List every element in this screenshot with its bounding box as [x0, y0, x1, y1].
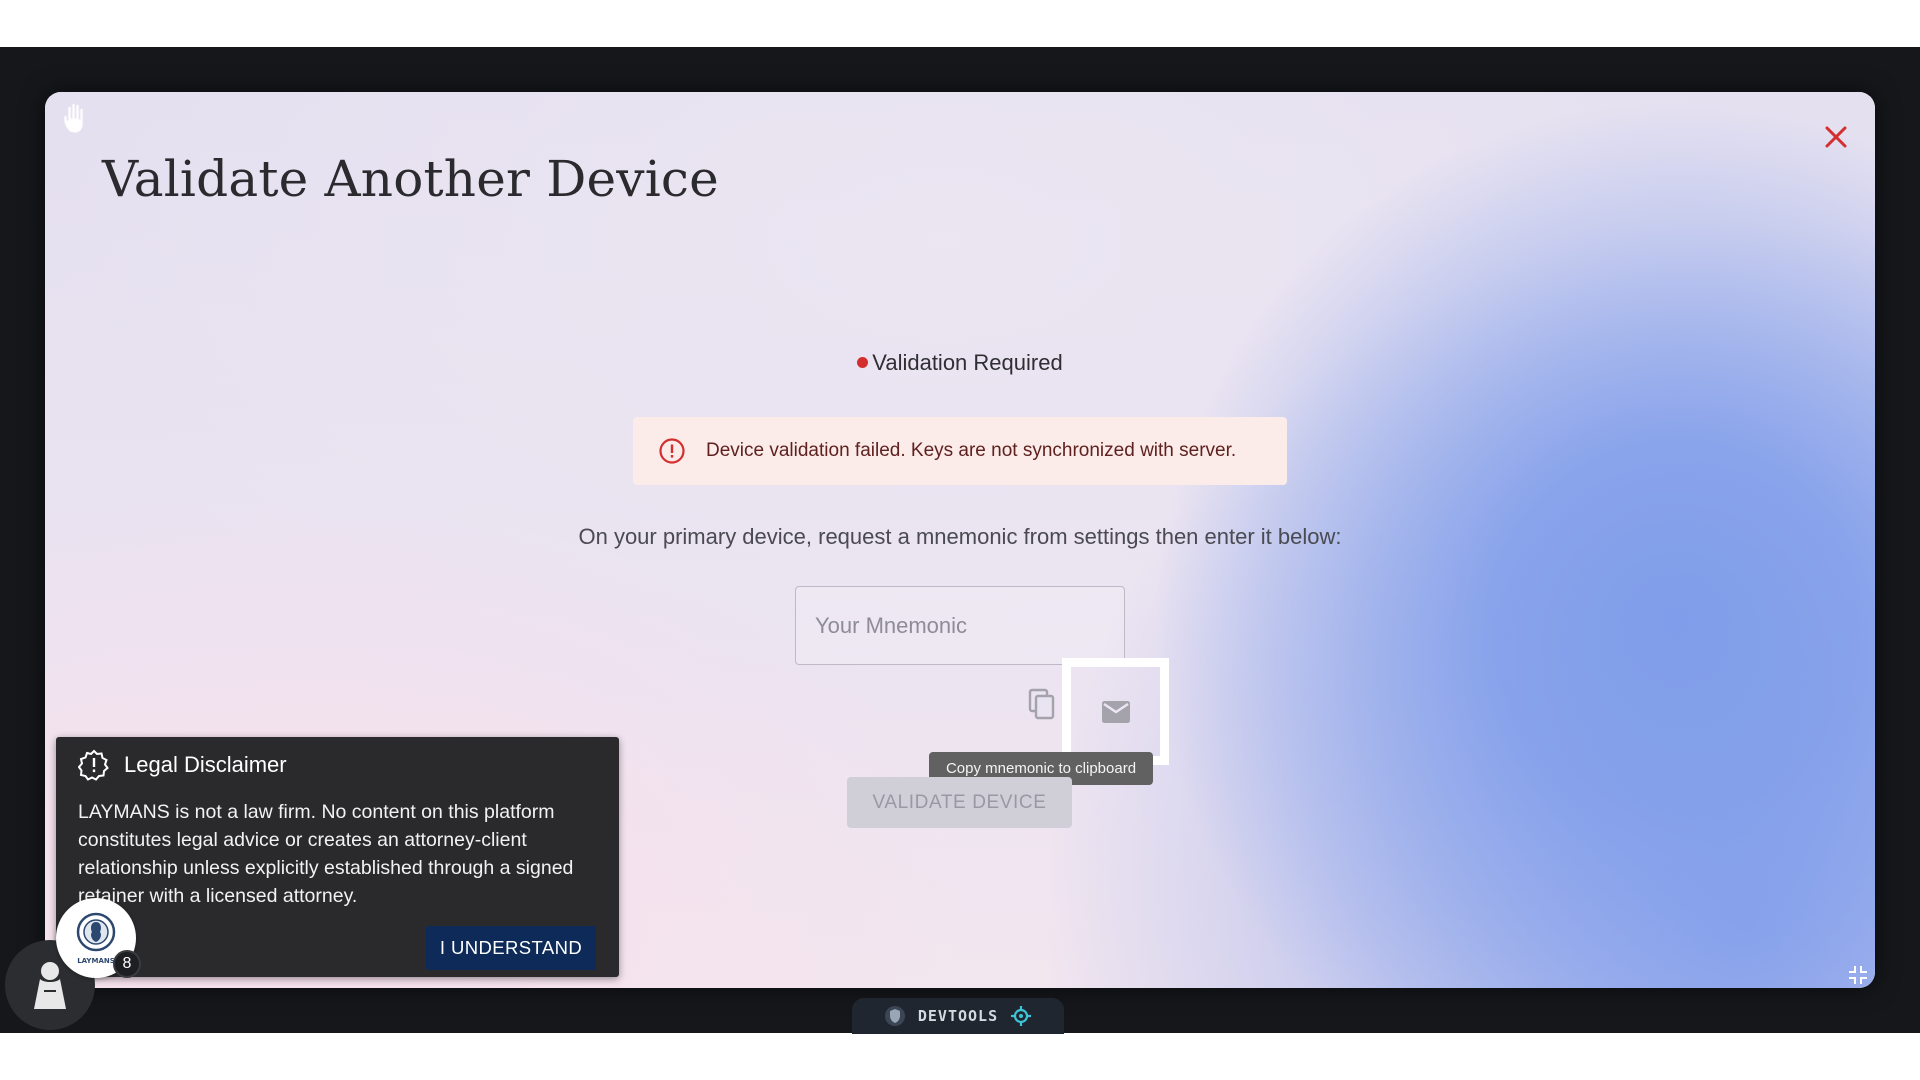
collapse-icon[interactable]: [1847, 964, 1869, 986]
close-icon: [1825, 126, 1847, 148]
alert-message: Device validation failed. Keys are not s…: [706, 440, 1237, 461]
laymans-logo: LAYMANS: [76, 912, 116, 965]
copy-icon: [1028, 688, 1055, 719]
legal-disclaimer-toast: Legal Disclaimer LAYMANS is not a law fi…: [56, 737, 619, 977]
notification-badge: 8: [113, 950, 141, 978]
shield-icon: [884, 1006, 905, 1026]
hand-icon[interactable]: [61, 102, 91, 136]
gear-alert-icon: [78, 749, 109, 781]
error-alert: Device validation failed. Keys are not s…: [633, 417, 1287, 485]
i-understand-button[interactable]: I UNDERSTAND: [426, 926, 596, 970]
devtools-tab[interactable]: DEVTOOLS: [852, 998, 1064, 1034]
disclaimer-title: Legal Disclaimer: [124, 752, 287, 777]
error-icon: [659, 438, 685, 464]
copy-button[interactable]: [1022, 685, 1062, 725]
close-button[interactable]: [1819, 120, 1853, 154]
email-icon: [1101, 700, 1130, 723]
disclaimer-body: LAYMANS is not a law firm. No content on…: [78, 801, 574, 907]
devtools-label: DEVTOOLS: [917, 1007, 999, 1025]
validation-status: Validation Required: [45, 350, 1875, 376]
crosshair-icon: [1011, 1006, 1032, 1026]
validate-device-button[interactable]: VALIDATE DEVICE: [847, 777, 1072, 828]
mnemonic-input[interactable]: [795, 586, 1125, 665]
page-title: Validate Another Device: [102, 150, 719, 208]
status-dot-icon: [857, 357, 869, 368]
status-label: Validation Required: [872, 350, 1063, 375]
instruction-text: On your primary device, request a mnemon…: [578, 524, 1342, 549]
logo-text: LAYMANS: [77, 957, 115, 965]
email-button[interactable]: [1062, 658, 1169, 765]
disclaimer-header: Legal Disclaimer: [78, 749, 287, 781]
